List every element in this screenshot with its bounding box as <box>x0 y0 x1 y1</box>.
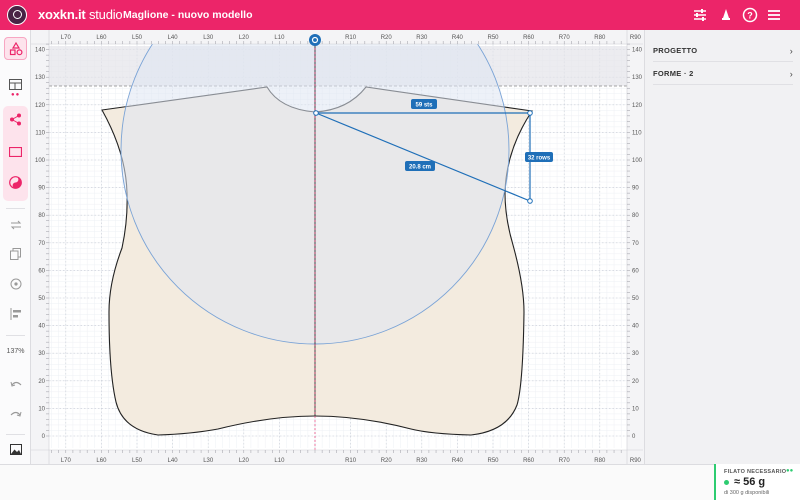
ruler-y-label: 20 <box>38 379 45 385</box>
ruler-y-label: 70 <box>632 241 639 247</box>
ruler-y-label: 110 <box>35 130 45 136</box>
status-dots-icon: ●● <box>786 468 794 474</box>
zoom-level[interactable]: 137% <box>0 348 31 355</box>
divider <box>6 208 25 209</box>
section-label: PROGETTO <box>653 46 698 55</box>
ruler-x-label: R90 <box>630 35 642 41</box>
copy-icon[interactable] <box>4 242 27 265</box>
yarn-summary[interactable]: FILATO NECESSARIO ●● ≈ 56 g di 300 g dis… <box>714 464 800 500</box>
bottom-bar <box>0 464 800 500</box>
stitches-text: 59 sts <box>415 103 433 109</box>
ruler-y-label: 10 <box>38 406 45 412</box>
ruler-x-label: L60 <box>96 35 107 41</box>
ruler-x-label: R60 <box>523 35 535 41</box>
shapes-icon[interactable] <box>4 37 27 60</box>
ruler-x-label: R20 <box>381 35 393 41</box>
right-panel: PROGETTO › FORME · 2 › <box>644 30 800 464</box>
brand-suffix: studio <box>88 7 123 22</box>
yarn-available: di 300 g disponibili <box>724 490 770 496</box>
ruler-y-label: 50 <box>632 296 639 302</box>
menu-icon[interactable] <box>766 7 782 23</box>
ruler-y-label: 90 <box>38 186 45 192</box>
chevron-right-icon: › <box>789 68 793 79</box>
ruler-y-label: 40 <box>632 324 639 330</box>
layout-icon[interactable] <box>4 73 27 96</box>
brand: xoxkn.it studio <box>38 7 123 22</box>
chevron-right-icon: › <box>789 45 793 56</box>
measure-handle[interactable] <box>527 110 533 116</box>
ruler-y-label: 100 <box>35 158 46 164</box>
bell-icon[interactable] <box>718 7 734 23</box>
ruler-y-label: 140 <box>632 48 643 54</box>
logo-icon[interactable] <box>7 5 27 25</box>
canvas-drawing[interactable]: 59 sts 32 rows 20.8 cm L70L70L60L60L50L5… <box>31 30 643 464</box>
ruler-y-label: 140 <box>35 48 46 54</box>
divider <box>6 434 25 435</box>
ruler-y-label: 60 <box>632 268 639 274</box>
share-icon[interactable] <box>4 108 27 131</box>
ruler-y-label: 60 <box>38 268 45 274</box>
ruler-x-label: L30 <box>203 35 214 41</box>
status-dot-icon <box>724 479 729 485</box>
ruler-y-label: 40 <box>38 324 45 330</box>
ruler-x-label: L70 <box>61 35 72 41</box>
ruler-x-label: L50 <box>132 35 143 41</box>
section-progetto[interactable]: PROGETTO › <box>653 40 793 62</box>
ruler-y-label: 10 <box>632 406 639 412</box>
ruler-x-label: R40 <box>452 35 464 41</box>
ruler-x-label: L10 <box>274 35 285 41</box>
diagonal-text: 20.8 cm <box>409 165 431 171</box>
ruler-y-label: 100 <box>632 158 643 164</box>
document-title[interactable]: Maglione - nuovo modello <box>123 9 253 21</box>
section-forme[interactable]: FORME · 2 › <box>653 63 793 85</box>
color-icon[interactable] <box>4 171 27 194</box>
design-canvas[interactable]: 59 sts 32 rows 20.8 cm L70 L70 L60 L60 L50 L5… <box>31 30 643 464</box>
yarn-amount: ≈ 56 g <box>724 476 765 488</box>
ruler-y-label: 70 <box>38 241 45 247</box>
ruler-x-label: L40 <box>168 35 179 41</box>
ruler-x-label: R50 <box>487 35 499 41</box>
target-icon[interactable] <box>4 272 27 295</box>
divider <box>6 335 25 336</box>
image-icon[interactable] <box>4 438 27 461</box>
ruler-y-label: 50 <box>38 296 45 302</box>
ruler-y-label: 30 <box>38 351 45 357</box>
ruler-y-label: 110 <box>632 130 642 136</box>
undo-icon[interactable] <box>4 372 27 395</box>
svg-text:?: ? <box>747 11 753 21</box>
ruler-y-label: 130 <box>632 75 643 81</box>
sliders-icon[interactable] <box>692 7 708 23</box>
redo-icon[interactable] <box>4 402 27 425</box>
ruler-x-label: R70 <box>559 35 571 41</box>
align-icon[interactable] <box>4 302 27 325</box>
yarn-label: FILATO NECESSARIO <box>724 469 787 475</box>
ruler-x-label: R10 <box>345 35 357 41</box>
ruler-y-label: 80 <box>632 213 639 219</box>
brand-name: xoxkn.it <box>38 7 86 22</box>
swap-icon[interactable] <box>4 213 27 236</box>
yarn-amount-value: ≈ 56 g <box>734 476 766 488</box>
rectangle-icon[interactable] <box>4 140 27 163</box>
measure-handle[interactable] <box>527 198 533 204</box>
rows-text: 32 rows <box>528 156 551 162</box>
ruler-x-label: L20 <box>239 35 250 41</box>
section-label: FORME · 2 <box>653 69 694 78</box>
help-icon[interactable]: ? <box>742 7 758 23</box>
ruler-y-label: 30 <box>632 351 639 357</box>
ruler-y-label: 120 <box>632 103 643 109</box>
origin-marker-icon[interactable] <box>309 34 321 46</box>
measure-handle[interactable] <box>313 110 319 116</box>
ruler-y-label: 20 <box>632 379 639 385</box>
left-toolbar: ●● 137% <box>0 30 31 464</box>
ruler-x-label: R30 <box>416 35 428 41</box>
ruler-y-label: 120 <box>35 103 46 109</box>
ruler-y-label: 90 <box>632 186 639 192</box>
top-bar: xoxkn.it studio Maglione - nuovo modello… <box>0 0 800 30</box>
ruler-x-label: R80 <box>594 35 606 41</box>
ruler-y-label: 80 <box>38 213 45 219</box>
ruler-y-label: 130 <box>35 75 46 81</box>
